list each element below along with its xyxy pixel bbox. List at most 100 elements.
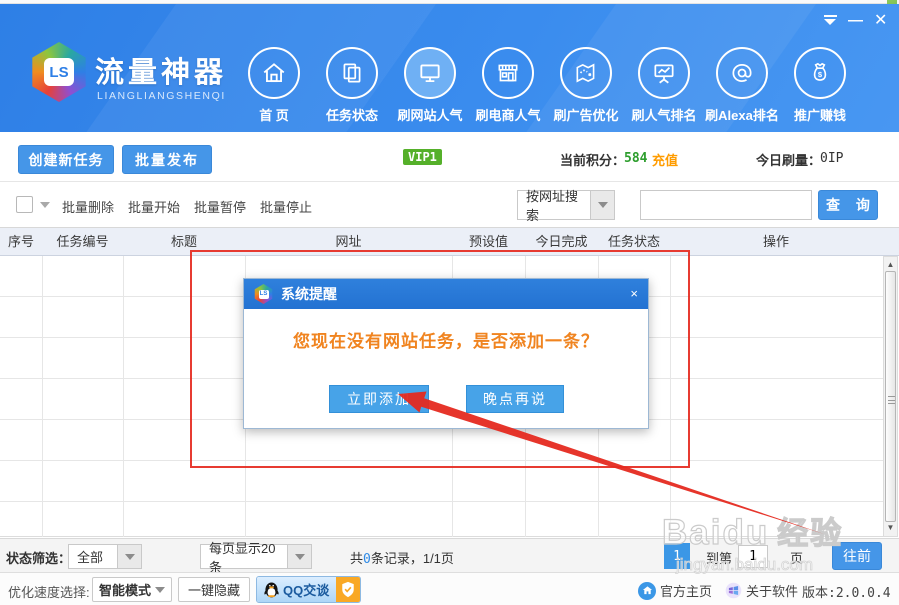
dialog-close-icon[interactable]: ×: [630, 279, 638, 309]
col-task-id[interactable]: 任务编号: [42, 228, 123, 256]
logo-monogram: LS: [259, 290, 269, 299]
create-task-button[interactable]: 创建新任务: [18, 145, 114, 174]
scroll-down-icon[interactable]: ▼: [884, 522, 897, 534]
hide-button[interactable]: 一键隐藏: [178, 577, 250, 602]
points-value: 584: [624, 151, 647, 166]
batch-delete-link[interactable]: 批量删除: [62, 197, 114, 216]
goto-suffix: 页: [790, 548, 803, 567]
qq-penguin-icon: [264, 581, 279, 598]
map-icon: [560, 47, 612, 99]
vertical-scrollbar[interactable]: ▲ ▼: [883, 256, 898, 537]
col-task-state[interactable]: 任务状态: [598, 228, 670, 256]
dialog-title: 系统提醒: [281, 284, 337, 304]
status-filter-select[interactable]: 全部: [68, 544, 142, 569]
pagesize-value: 每页显示20条: [201, 538, 287, 576]
points-label: 当前积分：: [560, 150, 625, 169]
search-input[interactable]: [640, 190, 812, 220]
qq-chat-label: QQ交谈: [283, 580, 329, 599]
grid-line: [42, 256, 43, 537]
nav-ad-optimize[interactable]: 刷广告优化: [546, 47, 626, 124]
col-today-done[interactable]: 今日完成: [525, 228, 598, 256]
menu-icon[interactable]: [822, 12, 838, 25]
app-logo-icon: LS: [254, 284, 273, 304]
app-logo: LS: [30, 42, 88, 102]
filter-value: 全部: [69, 547, 117, 566]
chevron-down-icon: [117, 545, 141, 568]
menu-triangle: [824, 19, 836, 25]
footer-bar: 优化速度选择: 智能模式 一键隐藏 QQ交谈 官方主页 关于软件 版本:2.0.…: [0, 572, 899, 605]
app-subtitle: LIANGLIANGSHENQI: [97, 90, 226, 102]
at-icon: [716, 47, 768, 99]
svg-text:$: $: [818, 70, 823, 79]
nav-task-status[interactable]: 任务状态: [312, 47, 392, 124]
col-preset[interactable]: 预设值: [452, 228, 525, 256]
page-size-select[interactable]: 每页显示20条: [200, 544, 312, 569]
grid-line: [670, 256, 671, 537]
select-all-checkbox[interactable]: [16, 196, 33, 213]
nav-home[interactable]: 首 页: [234, 47, 314, 124]
about-software-link[interactable]: 关于软件: [725, 581, 798, 600]
system-alert-dialog: LS 系统提醒 × 您现在没有网站任务，是否添加一条？ 立即添加 晚点再说: [243, 278, 649, 429]
today-value: 0IP: [820, 151, 843, 166]
app-header: LS 流量神器 LIANGLIANGSHENQI 首 页 任务状态 刷网站人气 …: [0, 4, 899, 132]
speed-value: 智能模式: [99, 580, 151, 599]
vip-badge: VIP1: [403, 149, 442, 165]
home-icon: [638, 582, 656, 600]
col-index[interactable]: 序号: [0, 228, 42, 256]
nav-website-traffic[interactable]: 刷网站人气: [390, 47, 470, 124]
batch-stop-link[interactable]: 批量停止: [260, 197, 312, 216]
about-software-label: 关于软件: [746, 581, 798, 600]
recharge-link[interactable]: 充值: [652, 150, 678, 169]
records-suffix: 条记录，1/1页: [371, 551, 454, 566]
tasks-icon: [326, 47, 378, 99]
scroll-up-icon[interactable]: ▲: [884, 259, 897, 271]
later-button[interactable]: 晚点再说: [466, 385, 564, 413]
scrollbar-thumb[interactable]: [885, 271, 896, 522]
batch-publish-button[interactable]: 批量发布: [122, 145, 212, 174]
nav-promote-earn[interactable]: $ 推广赚钱: [780, 47, 860, 124]
close-button[interactable]: ✕: [874, 12, 887, 30]
col-actions[interactable]: 操作: [670, 228, 882, 256]
qq-chat-button[interactable]: QQ交谈: [256, 576, 361, 603]
status-bar: 状态筛选： 全部 每页显示20条 共0条记录，1/1页 1 到第 页 往前: [0, 538, 899, 572]
shield-check-icon: [336, 577, 360, 602]
add-now-button[interactable]: 立即添加: [329, 385, 429, 413]
dialog-titlebar: LS 系统提醒 ×: [244, 279, 648, 309]
filter-label: 状态筛选：: [6, 548, 71, 567]
speed-mode-select[interactable]: 智能模式: [92, 577, 172, 602]
nav-ecommerce-traffic[interactable]: 刷电商人气: [468, 47, 548, 124]
monitor-icon: [404, 47, 456, 99]
select-dropdown-icon[interactable]: [40, 202, 50, 208]
version-text: 版本:2.0.0.4: [802, 582, 891, 601]
home-icon: [248, 47, 300, 99]
chevron-down-icon: [590, 191, 614, 219]
official-home-link[interactable]: 官方主页: [638, 581, 712, 600]
table-header: 序号 任务编号 标题 网址 预设值 今日完成 任务状态 操作: [0, 228, 899, 256]
col-url[interactable]: 网址: [245, 228, 452, 256]
goto-page-button[interactable]: 往前: [832, 542, 882, 570]
page-number-button[interactable]: 1: [664, 543, 690, 569]
batch-actions-bar: 批量删除 批量开始 批量暂停 批量停止 按网址搜索 查 询: [0, 182, 899, 228]
official-home-label: 官方主页: [660, 581, 712, 600]
speed-label: 优化速度选择:: [8, 582, 90, 601]
logo-monogram: LS: [44, 58, 74, 86]
nav-rank-boost[interactable]: 刷人气排名: [624, 47, 704, 124]
today-label: 今日刷量：: [756, 150, 821, 169]
records-count: 0: [363, 552, 371, 567]
col-title[interactable]: 标题: [123, 228, 245, 256]
records-prefix: 共: [350, 551, 363, 566]
scrollbar-grip: [888, 396, 895, 404]
batch-start-link[interactable]: 批量开始: [128, 197, 180, 216]
search-type-value: 按网址搜索: [518, 186, 590, 224]
windows-logo-icon: [725, 582, 742, 599]
nav-alexa-rank[interactable]: 刷Alexa排名: [702, 47, 782, 124]
minimize-button[interactable]: —: [848, 12, 863, 30]
goto-page-input[interactable]: [738, 545, 768, 568]
query-button[interactable]: 查 询: [818, 190, 878, 220]
chevron-down-icon: [287, 545, 311, 568]
search-type-select[interactable]: 按网址搜索: [517, 190, 615, 220]
storefront-icon: [482, 47, 534, 99]
grid-line: [123, 256, 124, 537]
menu-bar: [824, 15, 837, 17]
batch-pause-link[interactable]: 批量暂停: [194, 197, 246, 216]
